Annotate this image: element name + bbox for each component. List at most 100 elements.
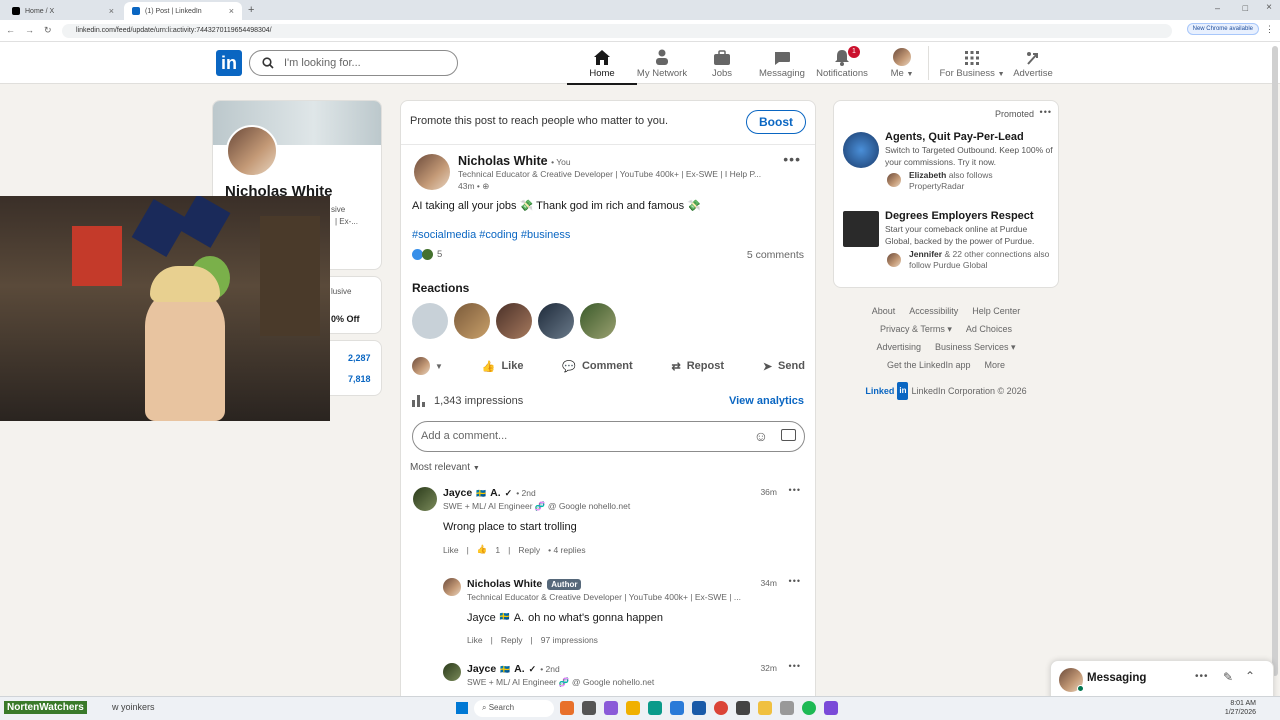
comment-author-line: Jayce 🇸🇪 A. ✓ • 2nd [467,663,560,675]
reactor-avatar[interactable] [538,303,574,339]
maximize-icon[interactable]: □ [1243,3,1248,13]
repost-button[interactable]: ⇄ Repost [672,360,725,373]
boost-button[interactable]: Boost [746,110,806,134]
shelf [260,216,320,336]
like-button[interactable]: 👍 Like [482,360,524,373]
footer-link[interactable]: Business Services ▾ [935,338,1016,356]
boost-text: Promote this post to reach people who ma… [410,115,669,127]
app-icon[interactable] [758,701,772,715]
app-icon[interactable] [824,701,838,715]
reply-author-avatar[interactable] [443,578,461,596]
author-name[interactable]: Nicholas White [458,154,548,168]
close-tab-icon[interactable]: × [109,6,114,16]
app-icon[interactable] [780,701,794,715]
replies-link[interactable]: • 4 replies [548,545,585,555]
minimize-icon[interactable]: – [1215,3,1220,13]
taskbar-search[interactable]: ⌕ Search [474,700,554,717]
compose-icon[interactable]: ✎ [1223,670,1233,684]
stat-value[interactable]: 7,818 [348,374,371,384]
windows-start-icon[interactable] [456,702,468,714]
linkedin-logo[interactable]: in [216,50,242,76]
follow-text: Jennifer & 22 other connections also fol… [909,249,1051,271]
reaction-picker[interactable]: ▼ [412,357,443,375]
chrome-icon[interactable] [714,701,728,715]
commenter-avatar[interactable] [443,663,461,681]
new-tab-icon[interactable]: + [248,4,254,16]
footer-link[interactable]: Privacy & Terms ▾ [880,320,952,338]
footer-link[interactable]: Advertising [876,338,921,356]
comment-input[interactable]: Add a comment... ☺ [412,421,805,452]
reactor-avatar[interactable] [580,303,616,339]
stat-value[interactable]: 2,287 [348,353,371,363]
tab-x[interactable]: Home / X × [4,2,122,20]
url-input[interactable]: linkedin.com/feed/update/urn:li:activity… [62,24,1172,38]
app-icon[interactable] [692,701,706,715]
reaction-summary[interactable]: 5 [412,249,442,260]
reactor-avatar[interactable] [454,303,490,339]
app-icon[interactable] [648,701,662,715]
repost-label: Repost [686,360,725,372]
follower-avatar [887,173,901,187]
reply-reply-button[interactable]: Reply [501,635,523,645]
spotify-icon[interactable] [802,701,816,715]
comment-author-name[interactable]: Jayce [443,487,472,499]
close-tab-icon[interactable]: × [229,6,234,16]
comment-reply-button[interactable]: Reply [518,545,540,555]
nav-advertise[interactable]: Advertise [998,46,1068,79]
nav-me[interactable]: Me ▼ [867,46,937,79]
menu-dots-icon[interactable]: ⋮ [1265,24,1274,35]
app-icon[interactable] [582,701,596,715]
search-input[interactable]: I'm looking for... [249,50,458,76]
mention-name[interactable]: Jayce [467,612,496,624]
close-window-icon[interactable]: × [1266,2,1272,13]
reactor-avatar[interactable] [412,303,448,339]
send-button[interactable]: ➤ Send [763,360,805,373]
follower-name: Jennifer [909,249,943,259]
messaging-menu-icon[interactable]: ••• [1195,671,1209,682]
app-icon[interactable] [670,701,684,715]
ad-menu-icon[interactable]: ••• [1040,107,1052,117]
footer-link[interactable]: Accessibility [909,302,958,320]
footer-link[interactable]: About [872,302,896,320]
comment-button[interactable]: 💬 Comment [562,360,632,373]
comment-menu-icon[interactable]: ••• [789,661,801,671]
post-hashtags[interactable]: #socialmedia #coding #business [412,229,570,241]
footer-link[interactable]: More [985,356,1006,374]
app-icon[interactable] [736,701,750,715]
nav-for-business[interactable]: For Business ▼ [937,46,1007,79]
tab-linkedin[interactable]: (1) Post | LinkedIn × [124,2,242,20]
update-chrome-button[interactable]: New Chrome available [1186,23,1259,35]
app-icon[interactable] [560,701,574,715]
app-icon[interactable] [604,701,618,715]
reply-like-button[interactable]: Like [467,635,483,645]
comment-menu-icon[interactable]: ••• [789,485,801,495]
messaging-bar[interactable]: Messaging ••• ✎ ⌃ [1050,660,1274,700]
page-scrollbar[interactable] [1272,46,1278,676]
reply-author-name[interactable]: Nicholas White [467,578,542,590]
system-clock[interactable]: 8:01 AM 1/27/2026 [1225,699,1256,717]
post-menu-icon[interactable]: ••• [783,151,801,167]
commenter-avatar[interactable] [413,487,437,511]
reply-menu-icon[interactable]: ••• [789,576,801,586]
back-icon[interactable]: ← [6,25,15,36]
footer-copyright: LinkedIn Corporation © 2026 [911,386,1027,396]
app-icon[interactable] [626,701,640,715]
author-avatar[interactable] [414,154,450,190]
nav-label: Jobs [711,68,733,79]
reactor-avatar[interactable] [496,303,532,339]
view-analytics-link[interactable]: View analytics [729,395,804,407]
forward-icon[interactable]: → [25,25,34,36]
reload-icon[interactable]: ↻ [44,25,52,36]
comment-like-button[interactable]: Like [443,545,459,555]
comments-count[interactable]: 5 comments [747,249,804,261]
author-line: Nicholas White • You [458,154,571,168]
footer-link[interactable]: Get the LinkedIn app [887,356,971,374]
chevron-up-icon[interactable]: ⌃ [1245,669,1255,683]
bar-chart-icon [412,395,425,407]
footer-link[interactable]: Help Center [972,302,1020,320]
sort-dropdown[interactable]: Most relevant ▼ [410,462,480,473]
image-icon[interactable] [781,429,796,441]
comment-author-name[interactable]: Jayce [467,663,496,675]
emoji-icon[interactable]: ☺ [754,428,768,444]
footer-link[interactable]: Ad Choices [966,320,1012,338]
